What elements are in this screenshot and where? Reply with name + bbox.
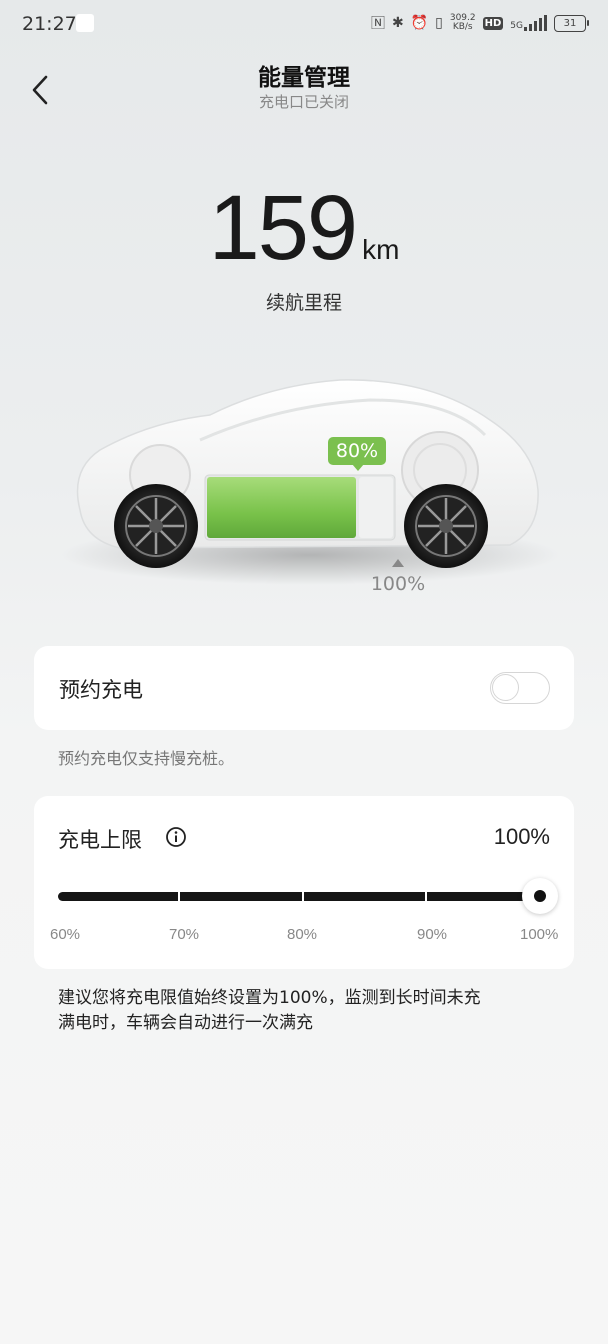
tick-label-60: 60% <box>50 926 81 943</box>
tick-label-80: 80% <box>287 926 318 943</box>
range-value: 159 <box>208 177 358 279</box>
page-title: 能量管理 <box>258 65 350 91</box>
status-icons: 🄽 ✱ ⏰ ▯ 309.2 KB/s HD 5G 31 <box>370 13 589 33</box>
front-wheel <box>114 484 198 568</box>
hd-badge: HD <box>482 16 504 30</box>
schedule-charging-toggle[interactable] <box>490 672 550 704</box>
schedule-charging-label: 预约充电 <box>59 678 143 702</box>
tick-label-100: 100% <box>520 926 559 943</box>
charge-limit-card: 充电上限 100% 60% 70% 80% 90% 100% <box>34 796 574 969</box>
charge-limit-slider[interactable] <box>58 892 530 901</box>
vibrate-icon: ▯ <box>435 15 443 31</box>
tick-label-90: 90% <box>417 926 448 943</box>
advice-line: 建议您将充电限值始终设置为100%，监测到长时间未充 <box>58 988 481 1008</box>
nfc-icon: 🄽 <box>370 16 385 32</box>
toggle-knob <box>492 674 519 701</box>
network-speed: 309.2 KB/s <box>450 14 476 32</box>
advice-line: 满电时，车辆会自动进行一次满充 <box>58 1013 313 1033</box>
limit-marker-label: 100% <box>370 573 426 595</box>
range-label: 续航里程 <box>265 292 342 314</box>
bluetooth-icon: ✱ <box>391 15 404 31</box>
car-illustration <box>60 379 560 585</box>
charge-limit-title: 充电上限 <box>58 828 142 852</box>
limit-marker-icon <box>392 559 404 567</box>
network-speed-unit: KB/s <box>452 22 473 32</box>
alarm-icon: ⏰ <box>410 15 429 31</box>
schedule-charging-card: 预约充电 <box>34 646 574 730</box>
charge-limit-advice: 建议您将充电限值始终设置为100%，监测到长时间未充 满电时，车辆会自动进行一次… <box>58 986 558 1036</box>
status-bar: 21:27 🄽 ✱ ⏰ ▯ 309.2 KB/s HD 5G 31 <box>0 0 608 50</box>
charge-port-status: 充电口已关闭 <box>258 93 349 111</box>
slider-tick <box>178 892 180 901</box>
charge-limit-value: 100% <box>493 824 550 849</box>
range-unit: km <box>362 234 400 265</box>
battery-pack <box>204 474 396 541</box>
tick-label-70: 70% <box>169 926 200 943</box>
rear-wheel <box>404 484 488 568</box>
slider-tick <box>302 892 304 901</box>
slider-tick <box>425 892 427 901</box>
network-type: 5G <box>510 21 523 31</box>
slider-thumb[interactable] <box>522 878 558 914</box>
battery-level: 31 <box>563 17 577 29</box>
signal-icon <box>524 15 547 31</box>
battery-icon: 31 <box>554 14 589 32</box>
info-icon[interactable] <box>165 826 187 848</box>
battery-soc-badge: 80% <box>328 437 386 471</box>
signal-indicator: 5G <box>510 15 547 31</box>
notification-icon <box>76 14 94 32</box>
range-display: 159 km <box>0 176 608 281</box>
status-time: 21:27 <box>22 13 77 35</box>
schedule-charging-note: 预约充电仅支持慢充桩。 <box>58 749 235 768</box>
